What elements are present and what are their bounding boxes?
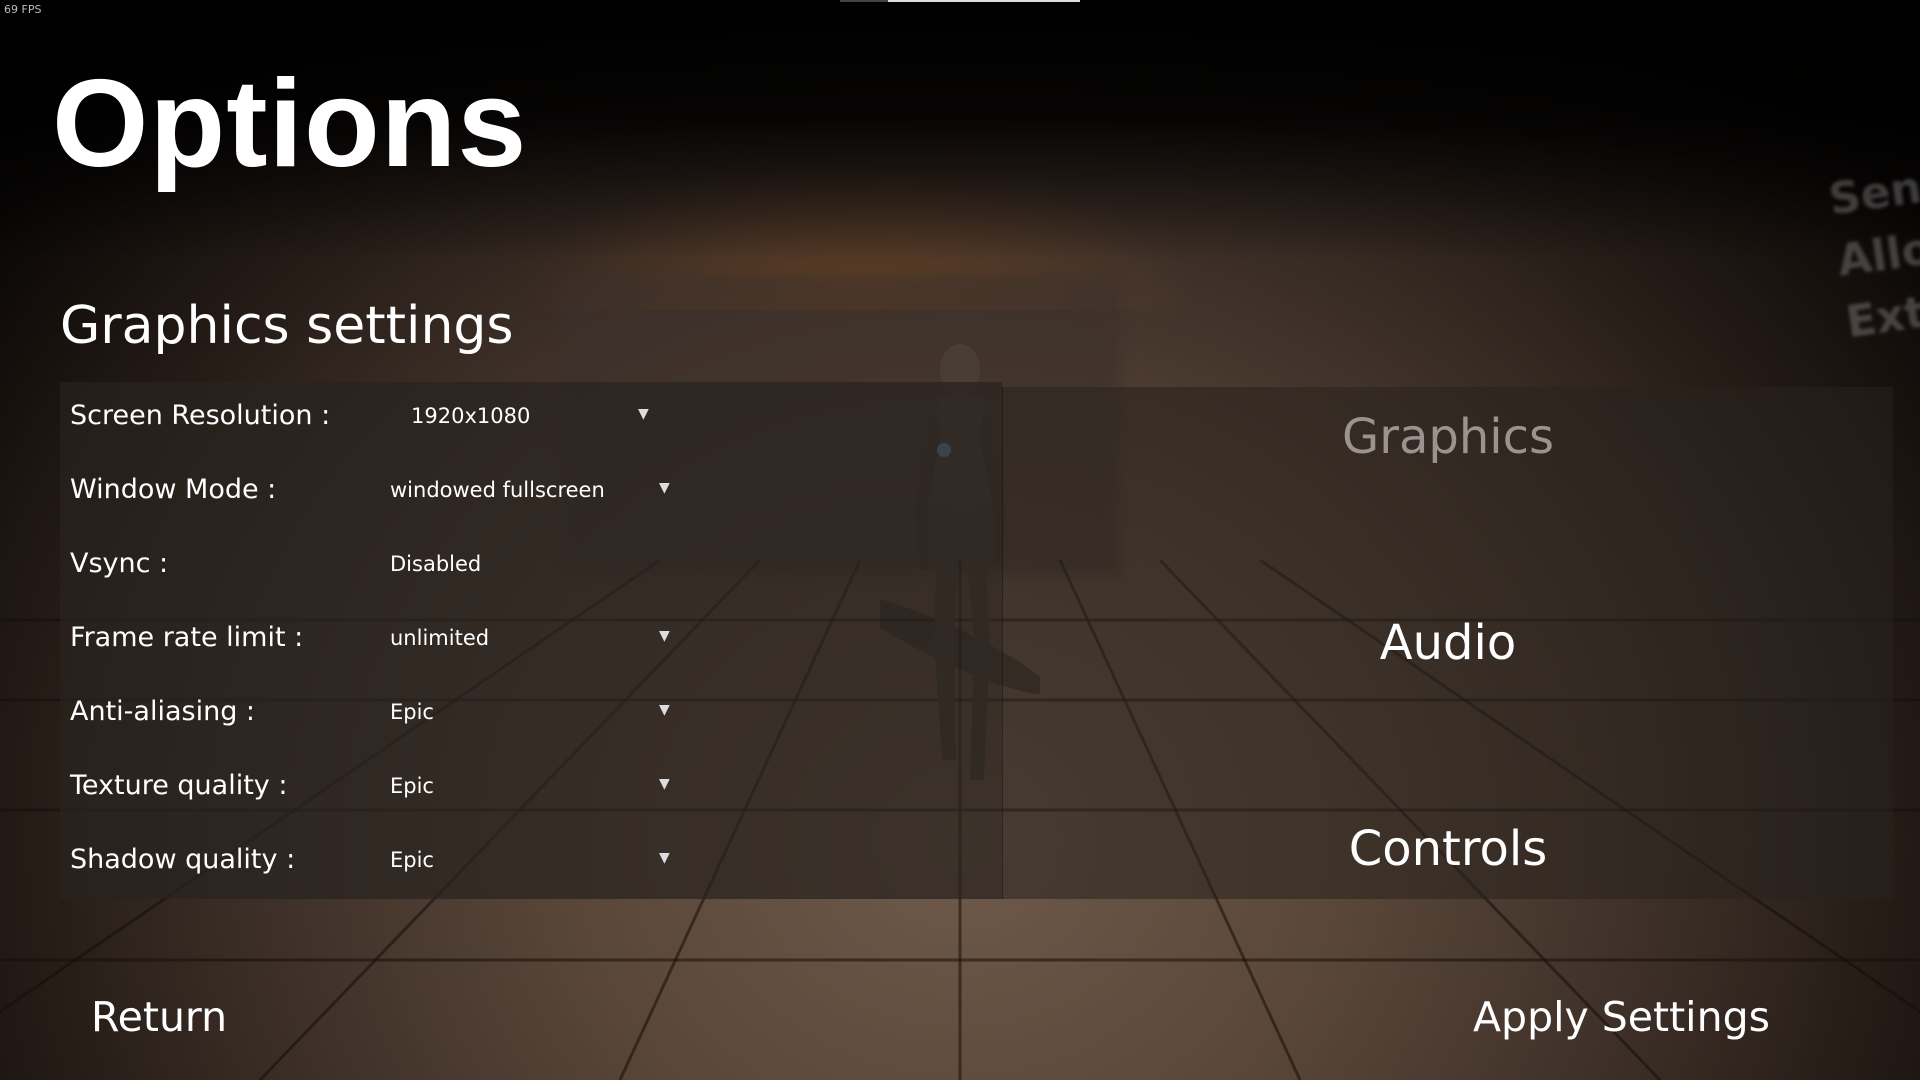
- setting-row-anti-aliasing: Anti-aliasing : Epic ▼: [60, 678, 1002, 752]
- chevron-down-icon[interactable]: ▼: [659, 850, 670, 866]
- setting-label: Anti-aliasing :: [70, 696, 256, 727]
- setting-row-frame-rate-limit: Frame rate limit : unlimited ▼: [60, 604, 1002, 678]
- tab-graphics[interactable]: Graphics: [1003, 409, 1893, 465]
- setting-row-texture-quality: Texture quality : Epic ▼: [60, 752, 1002, 826]
- setting-label: Shadow quality :: [70, 844, 296, 875]
- apply-settings-button[interactable]: Apply Settings: [1473, 993, 1770, 1041]
- background-text-line: Allo: [1834, 223, 1920, 287]
- setting-row-shadow-quality: Shadow quality : Epic ▼: [60, 826, 1002, 900]
- graphics-settings-panel: Screen Resolution : 1920x1080 ▼ Window M…: [60, 382, 1002, 899]
- frame-rate-limit-dropdown[interactable]: unlimited: [390, 626, 489, 650]
- setting-label: Window Mode :: [70, 474, 277, 505]
- screen-resolution-dropdown[interactable]: 1920x1080: [411, 404, 530, 428]
- fps-counter: 69 FPS: [4, 3, 42, 16]
- setting-row-window-mode: Window Mode : windowed fullscreen ▼: [60, 456, 1002, 530]
- top-progress-fill: [888, 0, 1080, 2]
- tab-audio[interactable]: Audio: [1003, 615, 1893, 671]
- vsync-toggle[interactable]: Disabled: [390, 552, 481, 576]
- return-button[interactable]: Return: [91, 993, 227, 1041]
- setting-row-screen-resolution: Screen Resolution : 1920x1080 ▼: [60, 382, 1002, 456]
- anti-aliasing-dropdown[interactable]: Epic: [390, 700, 434, 724]
- setting-label: Screen Resolution :: [70, 400, 331, 431]
- setting-row-vsync: Vsync : Disabled: [60, 530, 1002, 604]
- chevron-down-icon[interactable]: ▼: [659, 776, 670, 792]
- page-title: Options: [52, 55, 528, 193]
- tab-controls[interactable]: Controls: [1003, 821, 1893, 877]
- background-text-line: Sen: [1825, 162, 1920, 226]
- window-mode-dropdown[interactable]: windowed fullscreen: [390, 478, 605, 502]
- chevron-down-icon[interactable]: ▼: [638, 406, 649, 422]
- settings-category-panel: Graphics Audio Controls: [1002, 387, 1893, 899]
- setting-label: Frame rate limit :: [70, 622, 304, 653]
- chevron-down-icon[interactable]: ▼: [659, 702, 670, 718]
- setting-label: Vsync :: [70, 548, 169, 579]
- texture-quality-dropdown[interactable]: Epic: [390, 774, 434, 798]
- setting-label: Texture quality :: [70, 770, 288, 801]
- chevron-down-icon[interactable]: ▼: [659, 628, 670, 644]
- section-title: Graphics settings: [60, 296, 514, 356]
- background-text-line: Extr: [1842, 283, 1920, 349]
- shadow-quality-dropdown[interactable]: Epic: [390, 848, 434, 872]
- chevron-down-icon[interactable]: ▼: [659, 480, 670, 496]
